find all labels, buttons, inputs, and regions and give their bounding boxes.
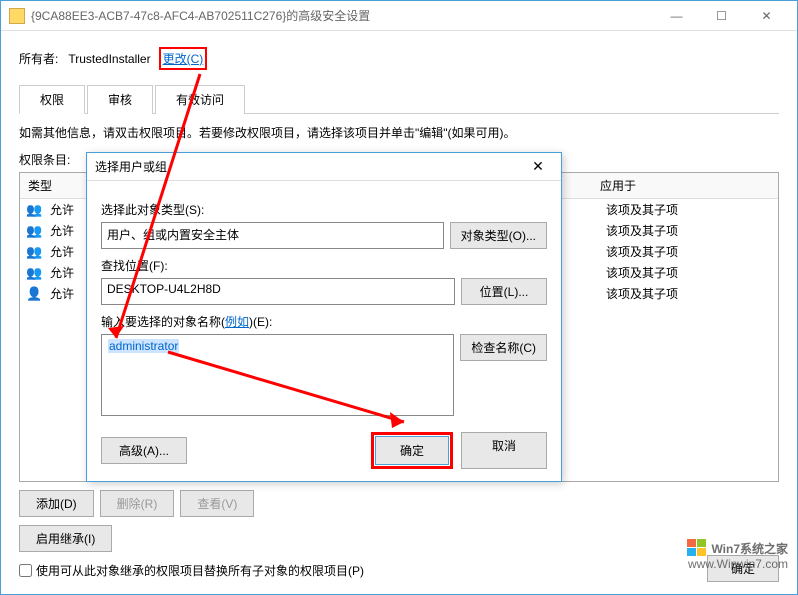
col-applies[interactable]: 应用于 [600, 177, 636, 194]
maximize-button[interactable]: ☐ [699, 2, 744, 30]
names-input[interactable]: administrator [101, 334, 454, 416]
titlebar: {9CA88EE3-ACB7-47c8-AFC4-AB702511C276}的高… [1, 1, 797, 31]
example-link[interactable]: 例如 [225, 315, 249, 329]
add-button[interactable]: 添加(D) [19, 490, 94, 517]
change-owner-link[interactable]: 更改(C) [163, 52, 204, 66]
watermark: Win7系统之家 www.Winwin7.com [687, 539, 788, 571]
object-type-field[interactable]: 用户、组或内置安全主体 [101, 222, 444, 249]
location-button[interactable]: 位置(L)... [461, 278, 547, 305]
remove-button[interactable]: 删除(R) [100, 490, 175, 517]
location-field[interactable]: DESKTOP-U4L2H8D [101, 278, 455, 305]
select-user-dialog: 选择用户或组 ✕ 选择此对象类型(S): 用户、组或内置安全主体 对象类型(O)… [86, 152, 562, 482]
dialog-close-button[interactable]: ✕ [523, 158, 553, 175]
enable-inherit-button[interactable]: 启用继承(I) [19, 525, 112, 552]
tab-effective[interactable]: 有效访问 [155, 85, 245, 114]
tabs: 权限 审核 有效访问 [19, 84, 779, 114]
view-button[interactable]: 查看(V) [180, 490, 254, 517]
tab-permissions[interactable]: 权限 [19, 85, 85, 114]
window-title: {9CA88EE3-ACB7-47c8-AFC4-AB702511C276}的高… [31, 7, 654, 24]
replace-children-label: 使用可从此对象继承的权限项目替换所有子对象的权限项目(P) [36, 562, 364, 579]
owner-label: 所有者: [19, 50, 58, 67]
perm-applies: 该项及其子项 [606, 264, 678, 281]
tab-audit[interactable]: 审核 [87, 85, 153, 114]
close-button[interactable]: ✕ [744, 2, 789, 30]
folder-icon [9, 8, 25, 24]
names-label: 输入要选择的对象名称(例如)(E): [101, 313, 547, 330]
users-icon [26, 223, 46, 239]
perm-applies: 该项及其子项 [606, 243, 678, 260]
location-label: 查找位置(F): [101, 257, 547, 274]
windows-logo-icon [687, 539, 707, 557]
user-icon [26, 286, 46, 302]
advanced-button[interactable]: 高级(A)... [101, 437, 187, 464]
owner-value: TrustedInstaller [68, 52, 150, 66]
object-type-label: 选择此对象类型(S): [101, 201, 547, 218]
replace-children-checkbox[interactable] [19, 564, 32, 577]
object-type-button[interactable]: 对象类型(O)... [450, 222, 547, 249]
dialog-ok-button[interactable]: 确定 [375, 436, 449, 465]
users-icon [26, 202, 46, 218]
owner-row: 所有者: TrustedInstaller 更改(C) [19, 47, 779, 70]
col-type[interactable]: 类型 [28, 177, 88, 194]
dialog-cancel-button[interactable]: 取消 [461, 432, 547, 469]
check-names-button[interactable]: 检查名称(C) [460, 334, 547, 361]
perm-applies: 该项及其子项 [606, 222, 678, 239]
names-value: administrator [108, 339, 179, 353]
perm-applies: 该项及其子项 [606, 285, 678, 302]
info-text: 如需其他信息，请双击权限项目。若要修改权限项目，请选择该项目并单击"编辑"(如果… [19, 124, 779, 141]
users-icon [26, 244, 46, 260]
minimize-button[interactable]: — [654, 2, 699, 30]
dialog-title: 选择用户或组 [95, 158, 523, 175]
perm-applies: 该项及其子项 [606, 201, 678, 218]
users-icon [26, 265, 46, 281]
